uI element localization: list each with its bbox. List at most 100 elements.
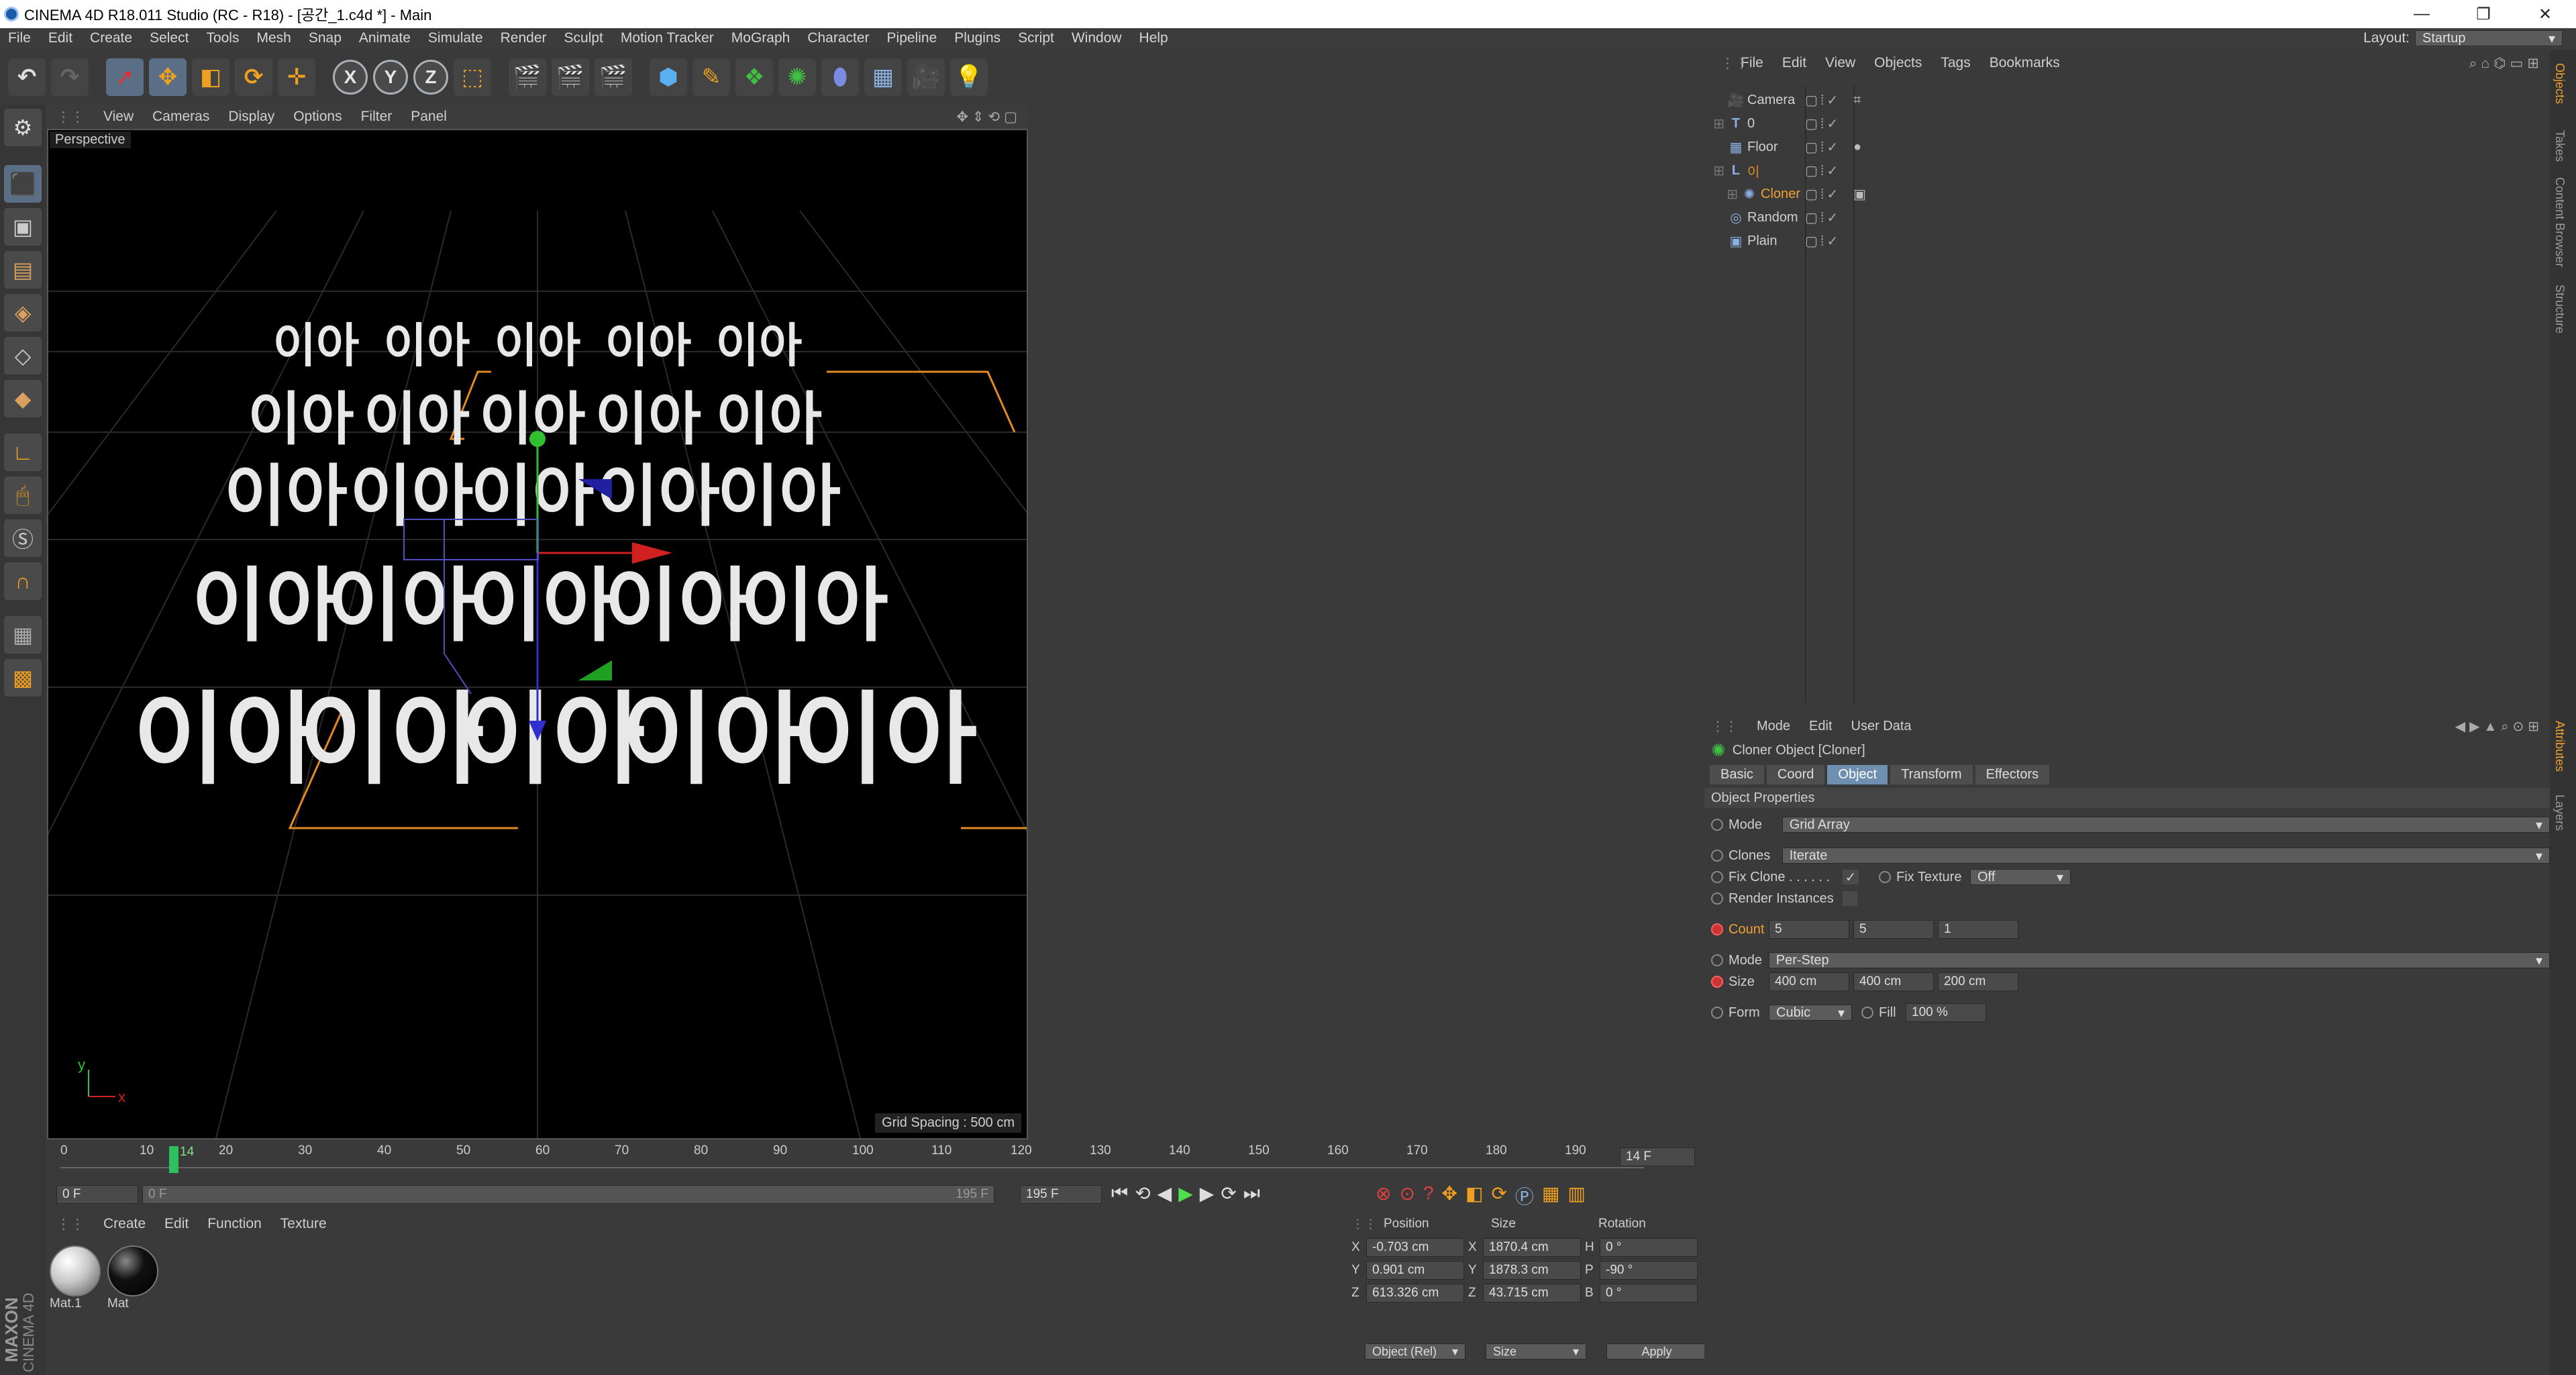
- next-key-button[interactable]: ⟳: [1221, 1182, 1236, 1205]
- layout-dropdown[interactable]: Startup ▾: [2415, 30, 2563, 46]
- mode2-dropdown[interactable]: Per-Step ▾: [1768, 952, 2550, 968]
- timeline-window-icon[interactable]: ▥: [1567, 1182, 1585, 1209]
- go-to-end-button[interactable]: ⏭: [1243, 1182, 1260, 1205]
- position-field[interactable]: -0.703 cm: [1366, 1238, 1464, 1257]
- animate-radio[interactable]: [1879, 871, 1891, 883]
- mode-dropdown[interactable]: Grid Array ▾: [1782, 817, 2550, 833]
- obj-menu-tags[interactable]: Tags: [1931, 55, 1979, 71]
- animate-radio[interactable]: [1711, 954, 1723, 966]
- end-frame-field[interactable]: 195 F: [1020, 1185, 1102, 1204]
- object-name[interactable]: Random: [1747, 210, 1805, 225]
- camera-button[interactable]: 🎥: [907, 58, 945, 96]
- minimize-button[interactable]: —: [2391, 5, 2453, 24]
- obj-menu-bookmarks[interactable]: Bookmarks: [1980, 55, 2069, 71]
- apply-button[interactable]: Apply: [1606, 1343, 1707, 1360]
- fill-field[interactable]: 100 %: [1906, 1003, 1986, 1022]
- texture-mode-button[interactable]: ▣: [4, 208, 42, 246]
- coordinate-system-button[interactable]: ⬚: [454, 58, 491, 96]
- tab-basic[interactable]: Basic: [1710, 764, 1764, 784]
- count-z-field[interactable]: 1: [1938, 920, 2018, 939]
- expand-toggle-icon[interactable]: ⊞: [1704, 186, 1738, 203]
- menu-pipeline[interactable]: Pipeline: [879, 30, 947, 46]
- autokey-icon[interactable]: ⊙: [1399, 1182, 1414, 1209]
- x-axis-button[interactable]: X: [333, 60, 368, 95]
- animate-radio[interactable]: [1711, 819, 1723, 831]
- material-swatch[interactable]: Mat.1: [50, 1245, 103, 1313]
- tab-coord[interactable]: Coord: [1766, 764, 1825, 784]
- menu-select[interactable]: Select: [142, 30, 198, 46]
- magnet-button[interactable]: ∩: [4, 562, 42, 600]
- count-x-field[interactable]: 5: [1769, 920, 1849, 939]
- viewport-menu-panel[interactable]: Panel: [401, 109, 456, 125]
- menu-render[interactable]: Render: [493, 30, 556, 46]
- rotation-field[interactable]: 0 °: [1600, 1284, 1698, 1303]
- z-axis-button[interactable]: Z: [413, 60, 448, 95]
- menu-character[interactable]: Character: [799, 30, 878, 46]
- key-param-icon[interactable]: Ⓟ: [1515, 1182, 1534, 1209]
- keyframe-help-icon[interactable]: ?: [1423, 1182, 1434, 1209]
- coordinate-mode-dropdown[interactable]: Object (Rel) ▾: [1365, 1343, 1465, 1360]
- object-row[interactable]: ⊞ L 이 ▢⁞✓: [1704, 159, 2550, 182]
- go-to-start-button[interactable]: ⏮: [1111, 1182, 1128, 1205]
- model-mode-button[interactable]: ⬛: [4, 165, 42, 203]
- points-mode-button[interactable]: ◈: [4, 294, 42, 332]
- prev-key-button[interactable]: ⟲: [1135, 1182, 1150, 1205]
- animate-radio-keyed[interactable]: [1711, 976, 1723, 988]
- render-view-button[interactable]: 🎬: [509, 58, 546, 96]
- animate-radio[interactable]: [1711, 1007, 1723, 1019]
- playhead[interactable]: [169, 1146, 178, 1173]
- material-swatch[interactable]: Mat: [107, 1245, 161, 1313]
- obj-menu-view[interactable]: View: [1816, 55, 1865, 71]
- tab-takes[interactable]: Takes: [2553, 130, 2567, 162]
- select-tool-button[interactable]: ➚: [106, 58, 144, 96]
- undo-button[interactable]: ↶: [8, 58, 46, 96]
- rotation-field[interactable]: -90 °: [1600, 1261, 1698, 1280]
- object-name[interactable]: Cloner: [1761, 187, 1805, 202]
- viewport-menu-view[interactable]: View: [94, 109, 143, 125]
- restore-button[interactable]: ❐: [2453, 5, 2514, 24]
- object-tag-icon[interactable]: ⌗: [1853, 93, 1861, 108]
- key-rotation-icon[interactable]: ⟳: [1491, 1182, 1506, 1209]
- attr-menu-user-data[interactable]: User Data: [1851, 719, 1912, 734]
- menu-plugins[interactable]: Plugins: [946, 30, 1010, 46]
- size-mode-dropdown[interactable]: Size ▾: [1486, 1343, 1586, 1360]
- timeline-ruler[interactable]: 0 10 20 30 40 50 60 70 80 90 100 110 120 130 140 150 160…: [47, 1141, 1699, 1178]
- lock-workplane-button[interactable]: ▦: [4, 616, 42, 654]
- menu-snap[interactable]: Snap: [301, 30, 351, 46]
- menu-tools[interactable]: Tools: [198, 30, 248, 46]
- size-field[interactable]: 1870.4 cm: [1483, 1238, 1581, 1257]
- search-icon[interactable]: ⌕⌂⌬▭⊞: [2460, 55, 2550, 72]
- cloner-button[interactable]: ✺: [778, 58, 816, 96]
- size-z-field[interactable]: 200 cm: [1938, 972, 2018, 991]
- obj-menu-edit[interactable]: Edit: [1773, 55, 1816, 71]
- menu-file[interactable]: File: [0, 30, 40, 46]
- menu-simulate[interactable]: Simulate: [420, 30, 493, 46]
- enable-axis-button[interactable]: ∟: [4, 434, 42, 471]
- count-y-field[interactable]: 5: [1853, 920, 1934, 939]
- spline-pen-button[interactable]: ✎: [692, 58, 730, 96]
- menu-mesh[interactable]: Mesh: [248, 30, 300, 46]
- workplane-mode-button[interactable]: ▤: [4, 251, 42, 289]
- redo-button[interactable]: ↷: [51, 58, 89, 96]
- menu-animate[interactable]: Animate: [351, 30, 420, 46]
- object-row[interactable]: ▣ Plain ▢⁞✓: [1704, 230, 2550, 252]
- tab-effectors[interactable]: Effectors: [1975, 764, 2050, 784]
- fix-texture-dropdown[interactable]: Off ▾: [1970, 869, 2071, 885]
- attr-menu-mode[interactable]: Mode: [1757, 719, 1790, 734]
- render-instances-checkbox[interactable]: [1843, 891, 1857, 906]
- polygons-mode-button[interactable]: ◆: [4, 380, 42, 417]
- key-pla-icon[interactable]: ▦: [1542, 1182, 1559, 1209]
- expand-toggle-icon[interactable]: ⊞: [1704, 115, 1724, 132]
- rotate-tool-button[interactable]: ⟳: [235, 58, 272, 96]
- fix-clone-checkbox[interactable]: ✓: [1843, 870, 1859, 885]
- expand-toggle-icon[interactable]: ⊞: [1704, 162, 1724, 179]
- attr-menu-edit[interactable]: Edit: [1809, 719, 1832, 734]
- tweak-mode-button[interactable]: 🖱: [4, 476, 42, 514]
- animate-radio[interactable]: [1861, 1007, 1873, 1019]
- form-dropdown[interactable]: Cubic ▾: [1769, 1005, 1852, 1021]
- menu-sculpt[interactable]: Sculpt: [556, 30, 613, 46]
- viewport-menu-display[interactable]: Display: [219, 109, 284, 125]
- cube-primitive-button[interactable]: ⬢: [650, 58, 687, 96]
- object-name[interactable]: Floor: [1747, 140, 1805, 155]
- visibility-toggle-icon[interactable]: ▢⁞✓: [1805, 139, 1853, 156]
